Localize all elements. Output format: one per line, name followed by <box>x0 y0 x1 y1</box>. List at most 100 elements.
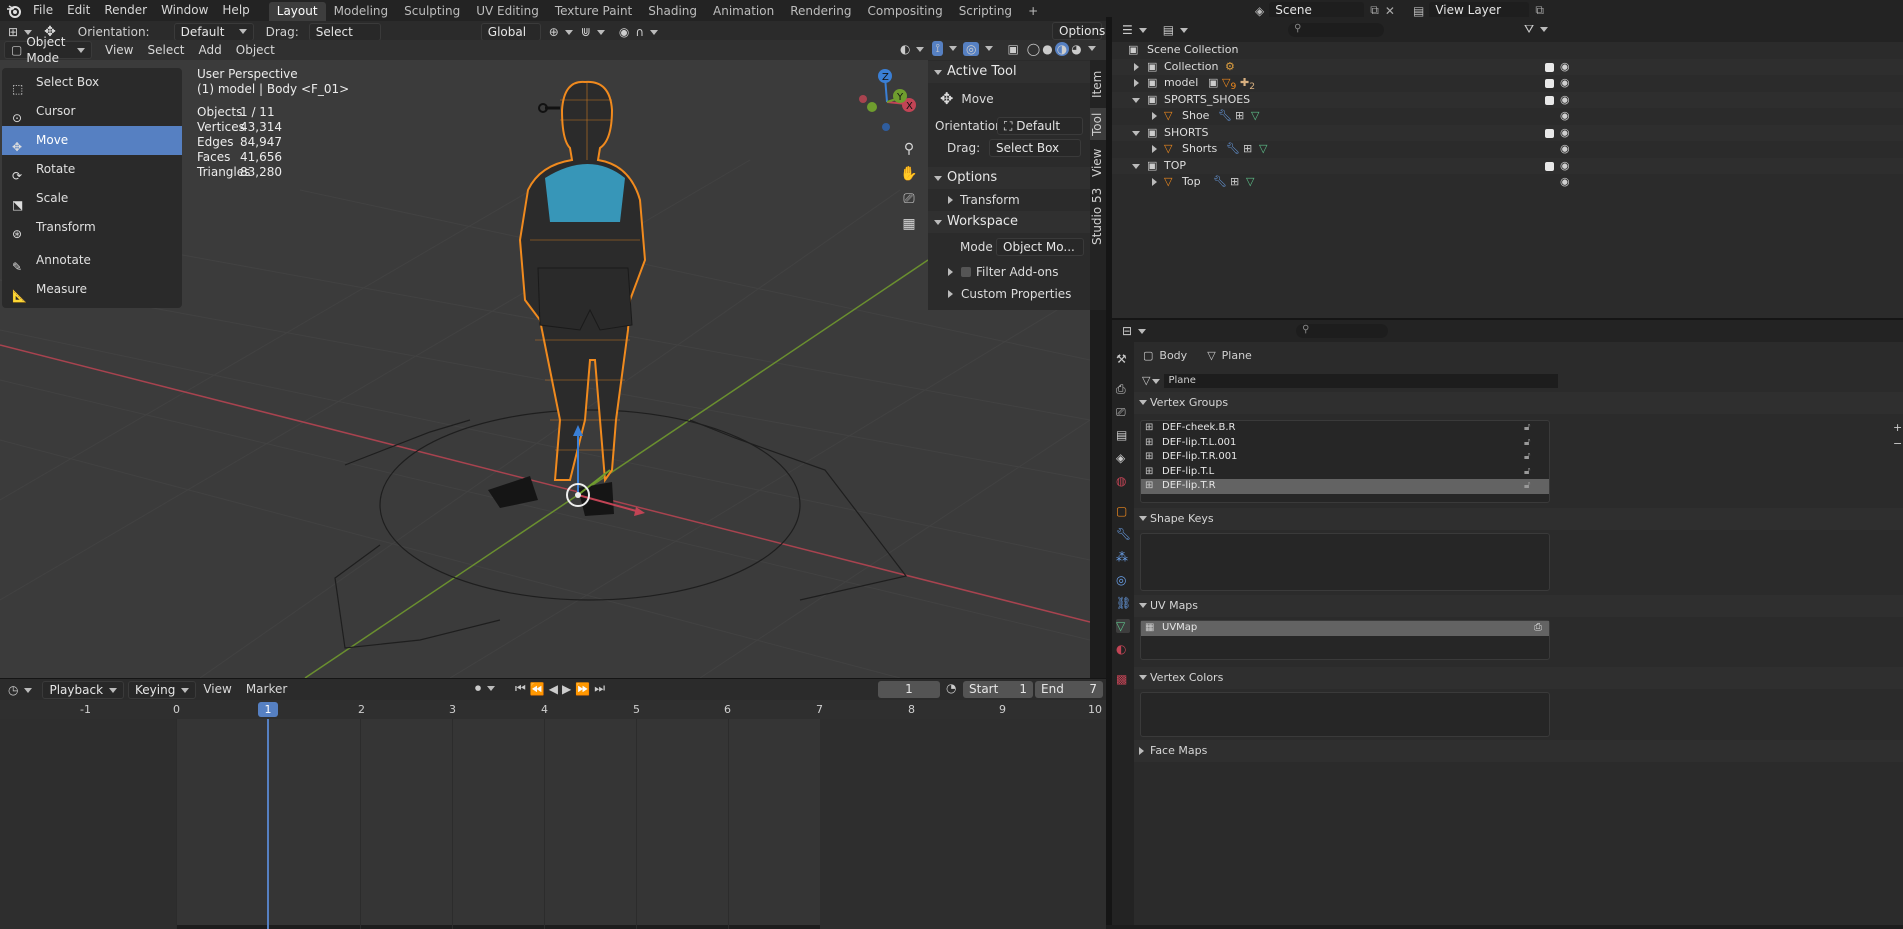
drag-dropdown[interactable]: Select Box <box>308 22 381 55</box>
tool-measure[interactable]: 📐 Measure <box>2 275 182 304</box>
playhead-frame-label[interactable]: 1 <box>258 702 278 717</box>
lock-icon[interactable]: 🔓︎ <box>1524 465 1530 480</box>
visibility-eye-icon[interactable]: ◉ <box>1560 125 1570 142</box>
play-icon[interactable]: ▶ <box>562 682 571 696</box>
tool-cursor[interactable]: ⊙ Cursor <box>2 97 182 126</box>
play-reverse-icon[interactable]: ◀ <box>549 682 558 696</box>
np-mode-dropdown[interactable]: Object Mo... <box>996 238 1084 256</box>
rendered-shading-icon[interactable]: ◕ <box>1071 42 1081 56</box>
playback-menu[interactable]: Playback <box>42 680 125 699</box>
visibility-eye-icon[interactable]: ◉ <box>1560 174 1570 191</box>
world-tab-icon[interactable]: ◍ <box>1116 474 1130 488</box>
copy-view-layer-icon[interactable]: ⧉ <box>1535 3 1544 18</box>
tab-modeling[interactable]: Modeling <box>326 2 397 21</box>
tab-shading[interactable]: Shading <box>640 2 705 21</box>
properties-editor-icon[interactable]: ⊟ <box>1122 324 1147 338</box>
current-frame-field[interactable]: 1 <box>878 681 940 698</box>
filter-addons-checkbox[interactable] <box>961 267 971 277</box>
visibility-icon[interactable]: ◐ <box>900 42 925 56</box>
timeline-view-menu[interactable]: View <box>196 679 238 700</box>
transform-orientation-dropdown[interactable]: Global <box>480 22 541 50</box>
mesh-data-tab-icon[interactable]: ▽ <box>1116 619 1130 633</box>
menu-window[interactable]: Window <box>154 0 215 21</box>
options-header[interactable]: Options <box>928 167 1090 189</box>
menu-render[interactable]: Render <box>97 0 154 21</box>
vertex-group-item[interactable]: ⊞ DEF-lip.T.L 🔓︎ <box>1141 465 1549 480</box>
outliner-row-shoe[interactable]: ▽ Shoe 🔧︎ ⊞ ▽ ◉ <box>1112 108 1903 125</box>
view-layer-tab-icon[interactable]: ▤ <box>1116 428 1130 442</box>
prev-keyframe-icon[interactable]: ⏪ <box>530 682 545 696</box>
menu-file[interactable]: File <box>26 0 60 21</box>
tool-select-box[interactable]: ⬚ Select Box <box>2 68 182 97</box>
transform-subpanel[interactable]: Transform <box>928 189 1090 211</box>
scene-tab-icon[interactable]: ◈ <box>1116 451 1130 465</box>
lock-icon[interactable]: 🔓︎ <box>1524 450 1530 465</box>
outliner-row-scene-collection[interactable]: ▣ Scene Collection <box>1112 42 1903 59</box>
display-mode-icon[interactable]: ▤ <box>1163 23 1189 37</box>
output-tab-icon[interactable]: ⎚ <box>1116 405 1130 419</box>
face-maps-header[interactable]: Face Maps <box>1134 740 1903 762</box>
render-camera-icon[interactable]: ⎙ <box>1534 621 1542 636</box>
vertex-colors-header[interactable]: Vertex Colors <box>1134 667 1903 689</box>
copy-scene-icon[interactable]: ⧉ <box>1370 3 1379 18</box>
gizmo-toggle-icon[interactable]: ⟟ <box>932 41 943 56</box>
filter-addons-row[interactable]: Filter Add-ons <box>928 261 1090 283</box>
add-workspace-button[interactable]: + <box>1020 2 1046 21</box>
outliner-checkbox[interactable] <box>1545 161 1554 171</box>
jump-end-icon[interactable]: ⏭ <box>594 681 605 696</box>
outliner-row-shorts[interactable]: ▽ Shorts 🔧︎ ⊞ ▽ ◉ <box>1112 141 1903 158</box>
outliner-row-model[interactable]: ▣ model ▣ ▽9 ✚2 ◉ <box>1112 75 1903 92</box>
tab-sculpting[interactable]: Sculpting <box>396 2 468 21</box>
outliner-checkbox[interactable] <box>1545 79 1554 88</box>
visibility-eye-icon[interactable]: ◉ <box>1560 59 1570 76</box>
outliner-row-top-collection[interactable]: ▣ TOP ◉ <box>1112 157 1903 174</box>
tab-view[interactable]: View <box>1090 146 1106 180</box>
tool-tab-icon[interactable]: ⚒ <box>1116 352 1130 366</box>
outliner-editor-icon[interactable]: ☰ <box>1122 23 1147 37</box>
tab-item[interactable]: Item <box>1090 64 1106 104</box>
viewport-menu-add[interactable]: Add <box>192 40 229 61</box>
vertex-groups-header[interactable]: Vertex Groups <box>1134 392 1903 414</box>
navigation-gizmo[interactable]: Z X Y <box>855 67 925 137</box>
outliner-checkbox[interactable] <box>1545 128 1554 138</box>
viewport-menu-object[interactable]: Object <box>229 40 282 61</box>
xray-icon[interactable]: ▣ <box>1007 42 1018 56</box>
add-vertex-group-button[interactable]: + <box>1893 420 1902 436</box>
custom-properties-row[interactable]: Custom Properties <box>928 283 1090 305</box>
texture-tab-icon[interactable]: ▩ <box>1116 672 1130 686</box>
np-orientation-dropdown[interactable]: ⛶ Default <box>997 117 1083 135</box>
outliner-checkbox[interactable] <box>1545 62 1554 72</box>
playhead-line[interactable] <box>267 719 269 929</box>
visibility-eye-icon[interactable]: ◉ <box>1560 92 1570 109</box>
blender-logo-icon[interactable] <box>6 3 22 19</box>
outliner-row-shorts-collection[interactable]: ▣ SHORTS ◉ <box>1112 124 1903 142</box>
tab-tool[interactable]: Tool <box>1090 108 1106 140</box>
shape-keys-header[interactable]: Shape Keys <box>1134 508 1903 530</box>
lock-icon[interactable]: 🔓︎ <box>1524 436 1530 451</box>
lock-icon[interactable]: 🔓︎ <box>1524 479 1530 494</box>
remove-scene-icon[interactable]: ✕ <box>1385 4 1395 18</box>
overlays-icon[interactable]: ◎ <box>962 41 980 56</box>
zoom-icon[interactable]: ⚲ <box>900 137 918 162</box>
grid-view-icon[interactable]: ▦ <box>900 212 918 237</box>
vertex-group-item[interactable]: ⊞ DEF-cheek.B.R 🔓︎ <box>1141 421 1549 436</box>
modifiers-tab-icon[interactable]: 🔧︎ <box>1116 527 1131 541</box>
pivot-icon[interactable]: ⊕ <box>549 25 573 39</box>
outliner-search-input[interactable]: ⚲ <box>1288 22 1385 37</box>
options-dropdown[interactable]: Options <box>1052 22 1105 40</box>
outliner-row-collection[interactable]: ▣ Collection ⚙ ◉ <box>1112 58 1903 76</box>
camera-icon[interactable]: ⎚ <box>900 187 918 212</box>
visibility-eye-icon[interactable]: ◉ <box>1560 75 1570 92</box>
falloff-icon[interactable]: ∩ <box>635 25 659 39</box>
tab-texture-paint[interactable]: Texture Paint <box>547 2 640 21</box>
tab-layout[interactable]: Layout <box>268 1 326 21</box>
lock-icon[interactable]: 🔓︎ <box>1524 421 1530 436</box>
tab-scripting[interactable]: Scripting <box>951 2 1020 21</box>
np-drag-dropdown[interactable]: Select Box <box>989 139 1081 157</box>
outliner-checkbox[interactable] <box>1545 95 1554 105</box>
next-keyframe-icon[interactable]: ⏩ <box>575 682 590 696</box>
vertex-group-item[interactable]: ⊞ DEF-lip.T.L.001 🔓︎ <box>1141 436 1549 451</box>
object-tab-icon[interactable]: ▢ <box>1116 504 1130 518</box>
mode-dropdown[interactable]: ▢ Object Mode <box>4 35 92 65</box>
viewport-menu-select[interactable]: Select <box>140 40 191 61</box>
